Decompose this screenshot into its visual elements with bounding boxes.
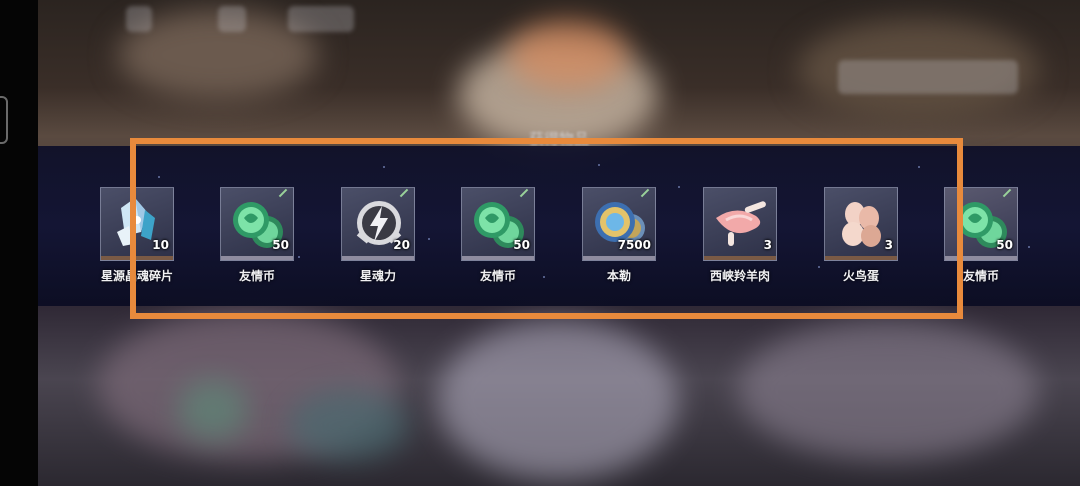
- highlight-frame: [130, 138, 963, 319]
- side-handle-icon[interactable]: [0, 96, 8, 144]
- left-edge-bar: [0, 0, 38, 486]
- blurred-top-button: [838, 60, 1018, 94]
- blurred-top-icon: [126, 6, 152, 32]
- blurred-top-button: [288, 6, 354, 32]
- blurred-top-icon: [218, 6, 246, 32]
